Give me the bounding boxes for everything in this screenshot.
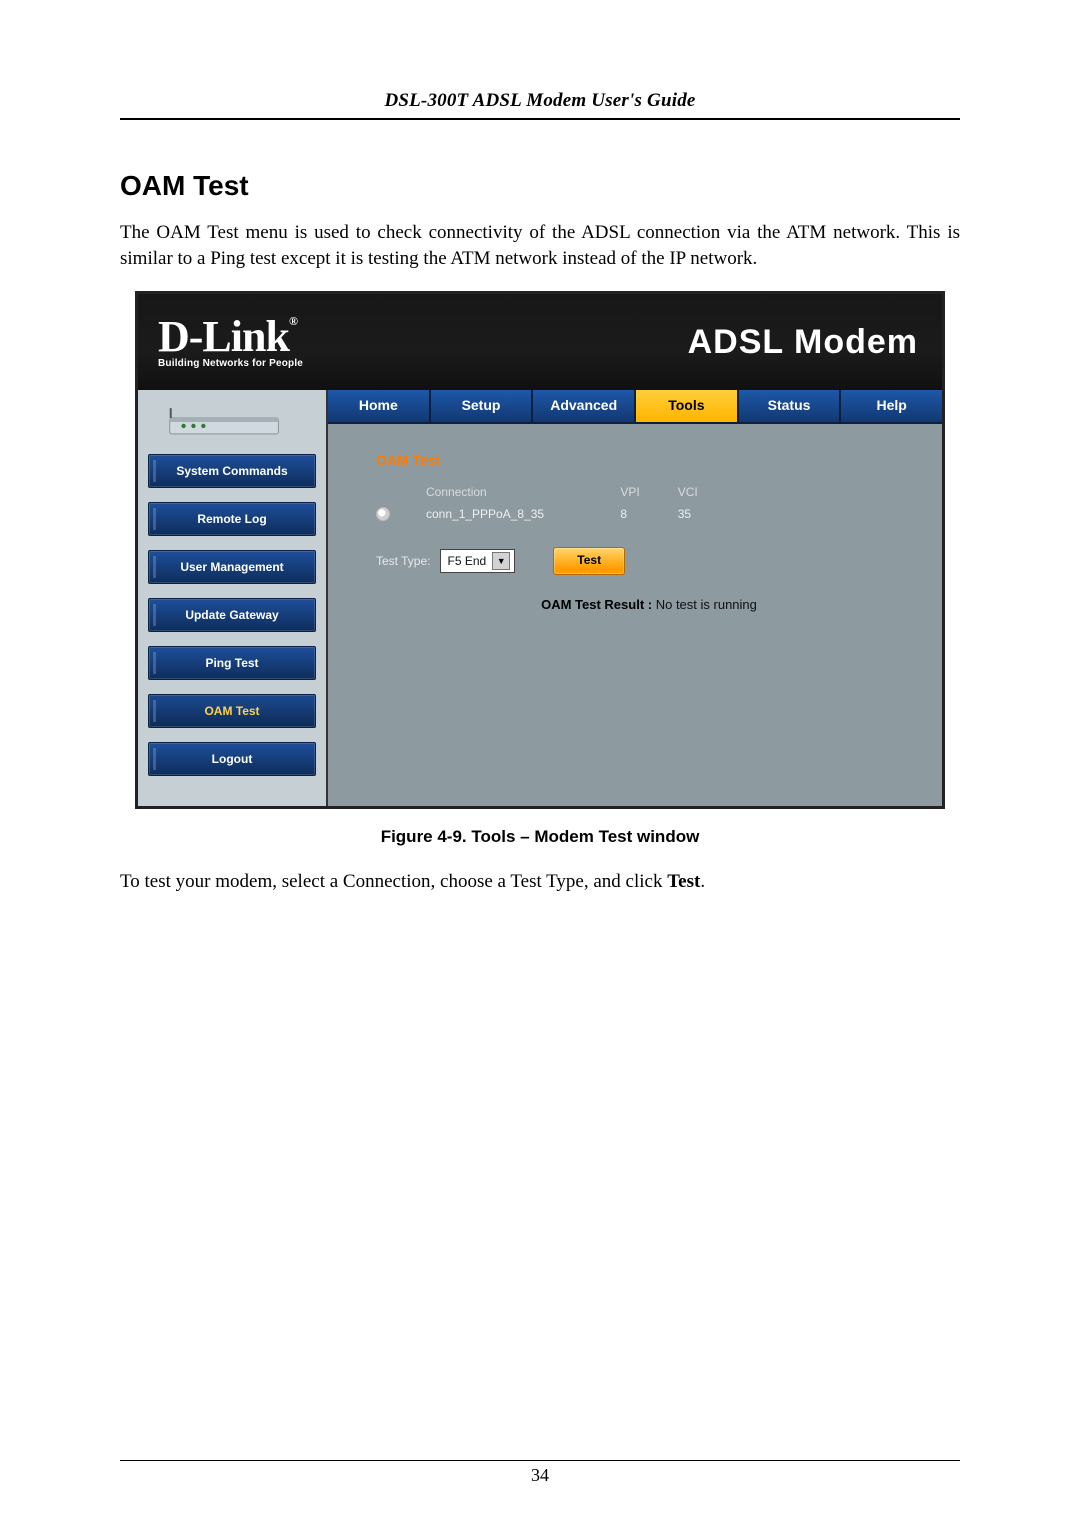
table-header-row: Connection VPI VCI — [376, 482, 736, 502]
test-button[interactable]: Test — [553, 547, 625, 575]
sidebar-btn-oam-test[interactable]: OAM Test — [148, 694, 316, 728]
col-connection: Connection — [426, 482, 620, 502]
outro-paragraph: To test your modem, select a Connection,… — [120, 869, 960, 895]
dlink-tagline: Building Networks for People — [158, 359, 303, 369]
modem-ui-screenshot: D-Link® Building Networks for People ADS… — [135, 291, 945, 809]
outro-bold: Test — [667, 871, 700, 892]
test-type-value: F5 End — [447, 554, 486, 568]
intro-paragraph: The OAM Test menu is used to check conne… — [120, 220, 960, 271]
test-type-row: Test Type: F5 End ▼ Test — [376, 547, 922, 575]
connections-table: Connection VPI VCI conn_1_PPPoA_8_35 8 3… — [376, 482, 736, 525]
test-type-select[interactable]: F5 End ▼ — [440, 549, 515, 573]
document-page: DSL-300T ADSL Modem User's Guide OAM Tes… — [0, 0, 1080, 1528]
panel-content: OAM Test Connection VPI VCI conn_1_PPPoA… — [328, 424, 942, 622]
dlink-brand-reg: ® — [289, 314, 297, 328]
sidebar-btn-ping-test[interactable]: Ping Test — [148, 646, 316, 680]
cell-vpi: 8 — [620, 502, 677, 525]
sidebar-btn-system-commands[interactable]: System Commands — [148, 454, 316, 488]
sidebar-btn-user-management[interactable]: User Management — [148, 550, 316, 584]
cell-connection: conn_1_PPPoA_8_35 — [426, 502, 620, 525]
sidebar-btn-remote-log[interactable]: Remote Log — [148, 502, 316, 536]
dlink-brand-text: D-Link — [158, 312, 289, 361]
oam-result-line: OAM Test Result : No test is running — [376, 597, 922, 612]
tab-setup[interactable]: Setup — [431, 390, 534, 424]
section-title: OAM Test — [120, 170, 960, 202]
sidebar-btn-logout[interactable]: Logout — [148, 742, 316, 776]
connection-radio[interactable] — [376, 507, 390, 521]
sidebar-btn-update-gateway[interactable]: Update Gateway — [148, 598, 316, 632]
outro-suffix: . — [700, 871, 705, 892]
col-vpi: VPI — [620, 482, 677, 502]
top-tabs: Home Setup Advanced Tools Status Help — [328, 390, 942, 424]
oam-result-value: No test is running — [656, 597, 757, 612]
table-row: conn_1_PPPoA_8_35 8 35 — [376, 502, 736, 525]
dlink-brand: D-Link® — [158, 315, 303, 359]
sidebar: System Commands Remote Log User Manageme… — [138, 390, 328, 806]
tab-status[interactable]: Status — [739, 390, 842, 424]
tab-help[interactable]: Help — [841, 390, 942, 424]
modem-ui-header: D-Link® Building Networks for People ADS… — [138, 294, 942, 390]
page-number: 34 — [120, 1460, 960, 1486]
tab-advanced[interactable]: Advanced — [533, 390, 636, 424]
main-panel: Home Setup Advanced Tools Status Help OA… — [328, 390, 942, 806]
tab-home[interactable]: Home — [328, 390, 431, 424]
chevron-down-icon: ▼ — [492, 552, 510, 570]
tab-tools[interactable]: Tools — [636, 390, 739, 424]
dlink-logo: D-Link® Building Networks for People — [158, 315, 303, 369]
product-title: ADSL Modem — [688, 323, 918, 362]
figure-caption: Figure 4-9. Tools – Modem Test window — [120, 827, 960, 847]
panel-title: OAM Test — [376, 452, 922, 468]
outro-prefix: To test your modem, select a Connection,… — [120, 871, 667, 892]
cell-vci: 35 — [678, 502, 736, 525]
col-vci: VCI — [678, 482, 736, 502]
doc-header: DSL-300T ADSL Modem User's Guide — [120, 90, 960, 120]
modem-ui-body: System Commands Remote Log User Manageme… — [138, 390, 942, 806]
oam-result-label: OAM Test Result : — [541, 597, 652, 612]
modem-illustration — [148, 398, 316, 442]
test-type-label: Test Type: — [376, 554, 430, 568]
